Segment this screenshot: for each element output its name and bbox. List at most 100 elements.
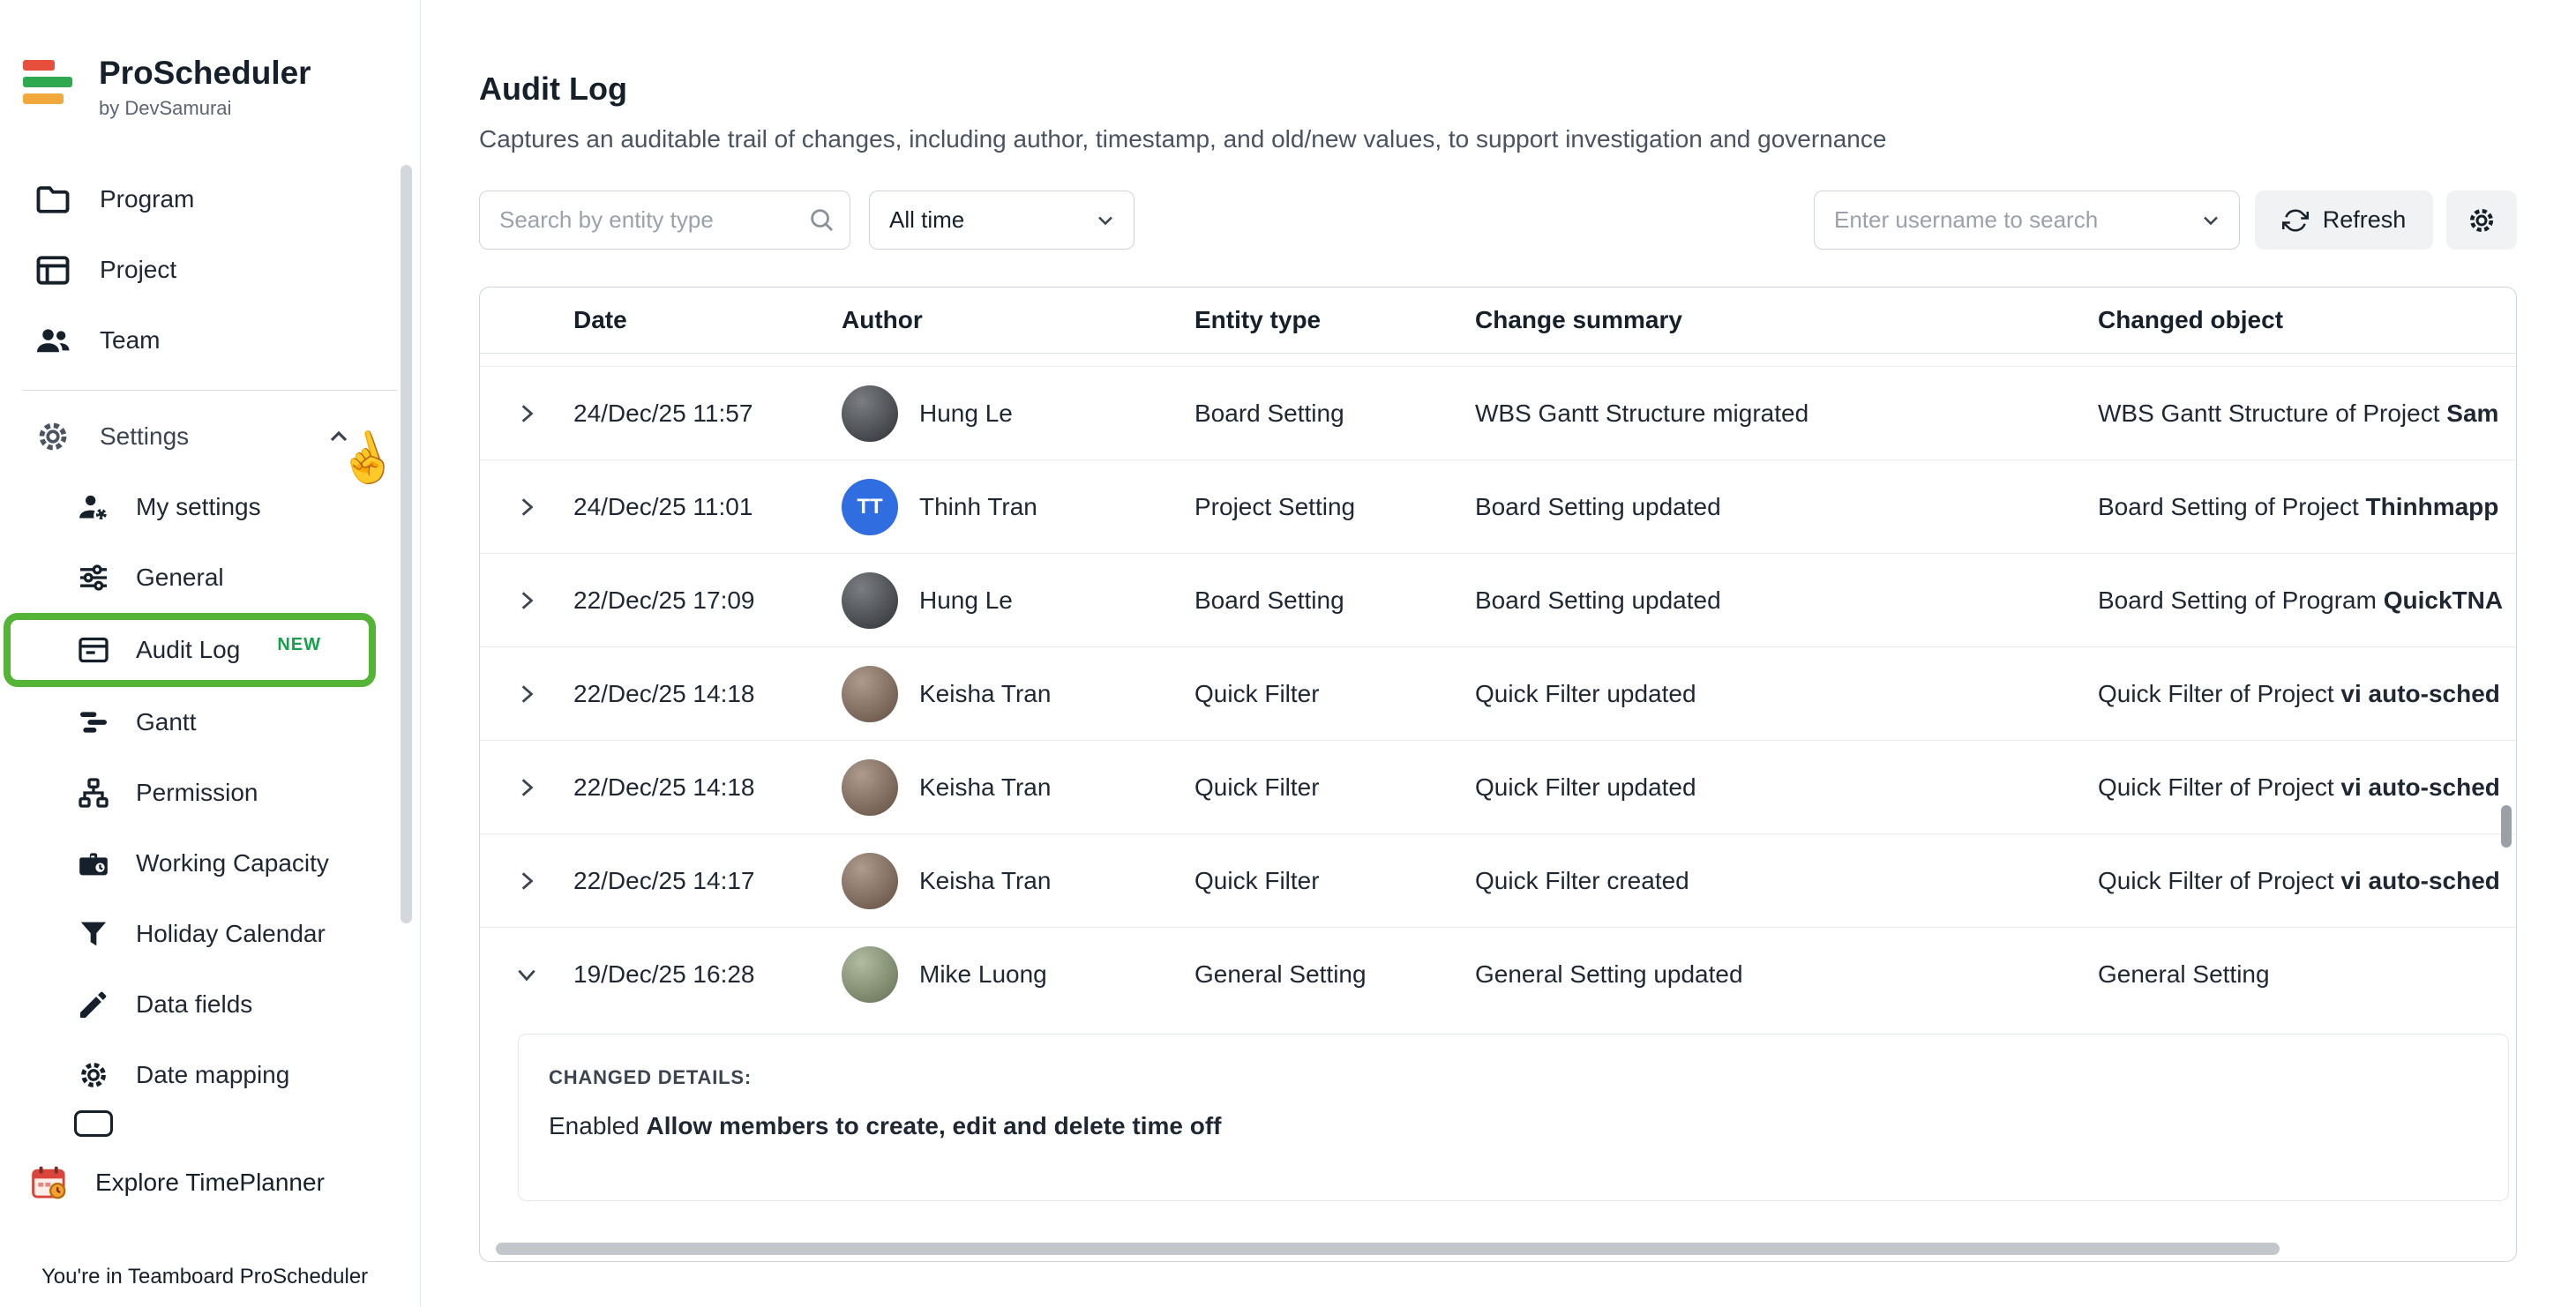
hierarchy-icon	[74, 775, 113, 810]
cell-author: Mike Luong	[842, 946, 1194, 1003]
column-header-entity-type: Entity type	[1194, 306, 1475, 334]
expanded-detail-section: CHANGED DETAILS: Enabled Allow members t…	[480, 1021, 2516, 1201]
changed-object-text: Quick Filter of Project	[2098, 680, 2340, 707]
cell-changed-object: WBS Gantt Structure of Project Sam	[2098, 400, 2516, 428]
entity-search-input[interactable]	[479, 190, 850, 250]
table-row[interactable]: 22/Dec/25 14:17 Keisha Tran Quick Filter…	[480, 834, 2516, 928]
column-header-change-summary: Change summary	[1475, 306, 2098, 334]
avatar	[842, 759, 898, 816]
briefcase-clock-icon	[74, 846, 113, 881]
app-byline: by DevSamurai	[99, 97, 311, 120]
row-expander-icon[interactable]	[506, 674, 547, 714]
sidebar-item-label: Gantt	[136, 708, 196, 736]
changed-object-text: General Setting	[2098, 960, 2270, 988]
cell-entity-type: Project Setting	[1194, 493, 1475, 521]
cell-entity-type: Quick Filter	[1194, 867, 1475, 895]
table-horizontal-scrollbar[interactable]	[496, 1243, 2280, 1255]
gear-icon	[2466, 205, 2497, 236]
chevron-up-icon[interactable]	[319, 419, 358, 454]
sidebar-item-label: My settings	[136, 493, 261, 521]
cell-changed-object: General Setting	[2098, 960, 2516, 989]
cell-changed-object: Board Setting of Project Thinhmapp	[2098, 493, 2516, 521]
sidebar-item-general[interactable]: General	[0, 542, 420, 613]
cell-changed-object: Quick Filter of Project vi auto-sched	[2098, 773, 2516, 802]
cell-date: 22/Dec/25 14:17	[573, 867, 842, 895]
changed-object-name: QuickTNA	[2384, 586, 2503, 614]
gear-small-icon	[74, 1058, 113, 1092]
cell-change-summary: Quick Filter created	[1475, 867, 2098, 895]
sidebar-item-team[interactable]: Team	[0, 305, 420, 376]
cell-change-summary: Quick Filter updated	[1475, 773, 2098, 802]
sidebar-item-program[interactable]: Program	[0, 164, 420, 235]
main-content: Audit Log Captures an auditable trail of…	[421, 0, 2576, 1307]
sidebar-item-label: Date mapping	[136, 1061, 289, 1089]
board-icon	[33, 250, 73, 289]
column-header-date: Date	[573, 306, 842, 334]
app-title: ProScheduler	[99, 56, 311, 91]
refresh-button[interactable]: Refresh	[2255, 190, 2433, 250]
changed-object-name: vi auto-sched	[2340, 680, 2499, 707]
audit-log-icon	[74, 632, 113, 668]
sidebar-item-date-mapping[interactable]: Date mapping	[0, 1040, 420, 1110]
column-header-changed-object: Changed object	[2098, 306, 2516, 334]
detail-text-bold: Allow members to create, edit and delete…	[647, 1112, 1222, 1139]
cell-change-summary: Quick Filter updated	[1475, 680, 2098, 708]
table-row[interactable]: 22/Dec/25 17:09 Hung Le Board Setting Bo…	[480, 554, 2516, 647]
table-row[interactable]: 22/Dec/25 14:18 Keisha Tran Quick Filter…	[480, 741, 2516, 834]
changed-object-text: Board Setting of Project	[2098, 493, 2366, 520]
cell-date: 22/Dec/25 14:18	[573, 680, 842, 708]
changed-object-name: vi auto-sched	[2340, 773, 2499, 801]
row-expander-icon[interactable]	[506, 487, 547, 527]
avatar	[842, 946, 898, 1003]
cell-author: TT Thinh Tran	[842, 479, 1194, 535]
table-row[interactable]: 19/Dec/25 16:28 Mike Luong General Setti…	[480, 928, 2516, 1021]
table-row[interactable]: 24/Dec/25 11:57 Hung Le Board Setting WB…	[480, 367, 2516, 460]
cell-change-summary: Board Setting updated	[1475, 586, 2098, 615]
cell-entity-type: Quick Filter	[1194, 773, 1475, 802]
cell-date: 24/Dec/25 11:01	[573, 493, 842, 521]
row-expander-icon[interactable]	[506, 580, 547, 621]
cell-changed-object: Board Setting of Program QuickTNA	[2098, 586, 2516, 615]
sidebar-item-label: Data fields	[136, 990, 252, 1019]
sidebar-item-label: Explore TimePlanner	[95, 1169, 325, 1197]
author-name: Hung Le	[919, 400, 1013, 428]
sidebar-item-data-fields[interactable]: Data fields	[0, 969, 420, 1040]
row-expander-icon[interactable]	[506, 393, 547, 434]
cell-date: 22/Dec/25 14:18	[573, 773, 842, 802]
avatar	[842, 853, 898, 909]
sidebar-item-gantt[interactable]: Gantt	[0, 687, 420, 758]
settings-section-label: Settings	[100, 422, 189, 451]
table-row[interactable]: 22/Dec/25 14:18 Keisha Tran Quick Filter…	[480, 647, 2516, 741]
sidebar-item-holiday-calendar[interactable]: Holiday Calendar	[0, 899, 420, 969]
user-search-select[interactable]: Enter username to search	[1814, 190, 2240, 250]
sidebar-item-explore-timeplanner[interactable]: Explore TimePlanner	[0, 1147, 420, 1218]
row-expander-icon[interactable]	[506, 861, 547, 901]
sidebar-item-audit-log[interactable]: Audit Log NEW	[4, 613, 376, 687]
changed-object-name: vi auto-sched	[2340, 867, 2499, 894]
sliders-icon	[74, 560, 113, 595]
table-vertical-scrollbar[interactable]	[2501, 805, 2512, 848]
changed-object-text: Quick Filter of Project	[2098, 773, 2340, 801]
sidebar-item-working-capacity[interactable]: Working Capacity	[0, 828, 420, 899]
changed-details-heading: CHANGED DETAILS:	[549, 1066, 2473, 1089]
cell-changed-object: Quick Filter of Project vi auto-sched	[2098, 680, 2516, 708]
row-expander-icon[interactable]	[506, 954, 547, 995]
chevron-down-icon	[1093, 208, 1118, 233]
row-expander-icon[interactable]	[506, 767, 547, 808]
changed-object-name: Thinhmapp	[2366, 493, 2499, 520]
author-name: Hung Le	[919, 586, 1013, 615]
sidebar-scrollbar[interactable]	[401, 165, 412, 923]
sidebar-section-settings[interactable]: Settings ☝	[0, 401, 420, 472]
gear-icon	[33, 418, 73, 455]
sidebar-item-permission[interactable]: Permission	[0, 758, 420, 828]
cell-change-summary: General Setting updated	[1475, 960, 2098, 989]
table-row[interactable]: 24/Dec/25 11:01 TT Thinh Tran Project Se…	[480, 460, 2516, 554]
cell-author: Keisha Tran	[842, 853, 1194, 909]
author-name: Thinh Tran	[919, 493, 1037, 521]
sidebar-item-my-settings[interactable]: My settings	[0, 472, 420, 542]
sidebar-item-project[interactable]: Project	[0, 235, 420, 305]
app-window: ProScheduler by DevSamurai Program Proje…	[0, 0, 2576, 1307]
time-filter-select[interactable]: All time	[869, 190, 1134, 250]
sidebar-item-label: Holiday Calendar	[136, 920, 326, 948]
table-settings-button[interactable]	[2446, 190, 2517, 250]
